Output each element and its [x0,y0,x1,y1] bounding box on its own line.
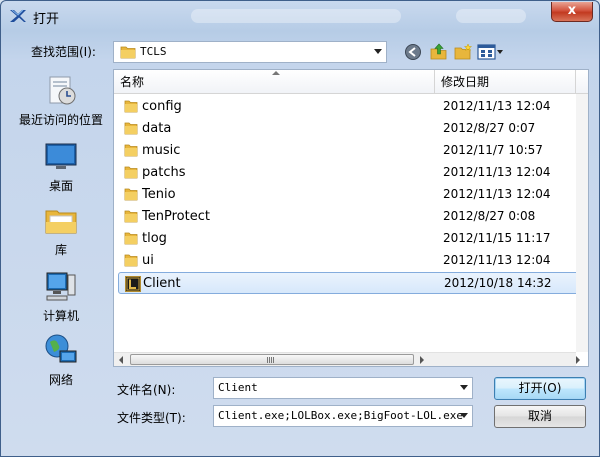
file-name: config [142,99,182,114]
place-label: 网络 [48,373,73,387]
list-item[interactable]: patchs2012/11/13 12:04文 [118,162,588,184]
list-item[interactable]: data2012/8/27 0:07文 [118,118,588,140]
vertical-scrollbar-track[interactable] [576,94,588,352]
folder-icon [124,209,138,226]
place-desktop[interactable]: 桌面 [11,141,111,194]
filename-value: Client [218,381,258,394]
file-name: tlog [142,231,167,246]
new-folder-icon[interactable] [453,43,473,61]
file-modified: 2012/8/27 0:07 [443,121,536,135]
window-title: 打开 [33,12,60,27]
folder-icon [124,121,138,138]
filetype-label: 文件类型(T): [117,411,186,425]
folder-icon [124,165,138,182]
back-icon[interactable] [403,43,423,61]
column-header-name[interactable]: 名称 [114,70,434,94]
place-libraries[interactable]: 库 [11,205,111,258]
place-label: 计算机 [42,309,79,323]
places-bar: 最近访问的位置 桌面 库 计算机 网络 [11,69,111,399]
file-list[interactable]: 名称 修改日期 config2012/11/13 12:04文data2012/… [113,69,589,367]
app-icon [125,276,141,295]
look-in-value: TCLS [140,45,167,58]
file-modified: 2012/11/7 10:57 [443,143,543,157]
list-item[interactable]: Client2012/10/18 14:32应 [118,272,588,295]
place-label: 最近访问的位置 [18,113,103,127]
list-item[interactable]: ui2012/11/13 12:04文 [118,250,588,272]
filetype-value: Client.exe;LOLBox.exe;BigFoot-LOL.exe [218,409,464,422]
network-icon [45,334,77,363]
list-item[interactable]: tlog2012/11/15 11:17文 [118,228,588,250]
file-modified: 2012/11/13 12:04 [443,165,551,179]
file-name: data [142,121,172,136]
place-recent[interactable]: 最近访问的位置 [11,73,111,128]
app-logo-icon [10,9,26,22]
list-item[interactable]: config2012/11/13 12:04文 [118,96,588,118]
list-header: 名称 修改日期 [114,70,588,94]
cancel-button[interactable]: 取消 [494,405,586,428]
file-modified: 2012/8/27 0:08 [443,209,536,223]
folder-icon [124,187,138,204]
place-label: 库 [54,243,67,257]
file-name: music [142,143,181,158]
file-modified: 2012/11/13 12:04 [443,99,551,113]
column-divider[interactable] [575,70,576,94]
desktop-icon [45,143,77,169]
list-item[interactable]: music2012/11/7 10:57文 [118,140,588,162]
chevron-down-icon[interactable] [460,385,468,390]
folder-icon [120,46,136,59]
filename-label: 文件名(N): [117,383,176,397]
file-name: patchs [142,165,186,180]
file-name: TenProtect [142,209,210,224]
libraries-icon [45,210,77,234]
file-modified: 2012/11/13 12:04 [443,253,551,267]
view-menu-icon[interactable] [477,43,505,61]
open-file-dialog: 打开 x 查找范围(I): TCLS 最近访问的位置 桌面 库 计算机 网络 名… [0,0,600,457]
title-blur [456,9,526,23]
file-name: ui [142,253,154,268]
place-label: 桌面 [48,179,73,193]
look-in-label: 查找范围(I): [31,45,96,59]
column-header-modified[interactable]: 修改日期 [435,70,575,94]
horizontal-scrollbar-thumb[interactable] [130,354,414,365]
file-name: Client [143,276,181,291]
place-computer[interactable]: 计算机 [11,269,111,324]
horizontal-scrollbar[interactable] [114,352,576,366]
up-folder-icon[interactable] [429,43,449,61]
recent-places-icon [49,76,76,105]
chevron-down-icon[interactable] [460,413,468,418]
folder-icon [124,253,138,270]
folder-icon [124,143,138,160]
title-blur [191,9,401,23]
scroll-left-icon[interactable] [119,356,123,364]
file-modified: 2012/11/13 12:04 [443,187,551,201]
file-name: Tenio [142,187,176,202]
grip-icon [267,357,275,363]
computer-icon [46,272,76,301]
chevron-down-icon[interactable] [374,49,382,54]
folder-icon [124,99,138,116]
scroll-right-end-icon[interactable] [576,356,580,364]
close-button[interactable]: x [551,2,593,22]
filetype-select[interactable]: Client.exe;LOLBox.exe;BigFoot-LOL.exe [213,405,473,427]
list-item[interactable]: TenProtect2012/8/27 0:08文 [118,206,588,228]
folder-icon [124,231,138,248]
file-modified: 2012/11/15 11:17 [443,231,551,245]
title-bar[interactable]: 打开 x [1,1,599,31]
look-in-dropdown[interactable]: TCLS [113,41,387,63]
file-modified: 2012/10/18 14:32 [444,276,552,290]
filename-input[interactable]: Client [213,377,473,399]
list-item[interactable]: Tenio2012/11/13 12:04文 [118,184,588,206]
open-button[interactable]: 打开(O) [494,377,586,400]
place-network[interactable]: 网络 [11,333,111,388]
scroll-right-icon[interactable] [420,356,424,364]
